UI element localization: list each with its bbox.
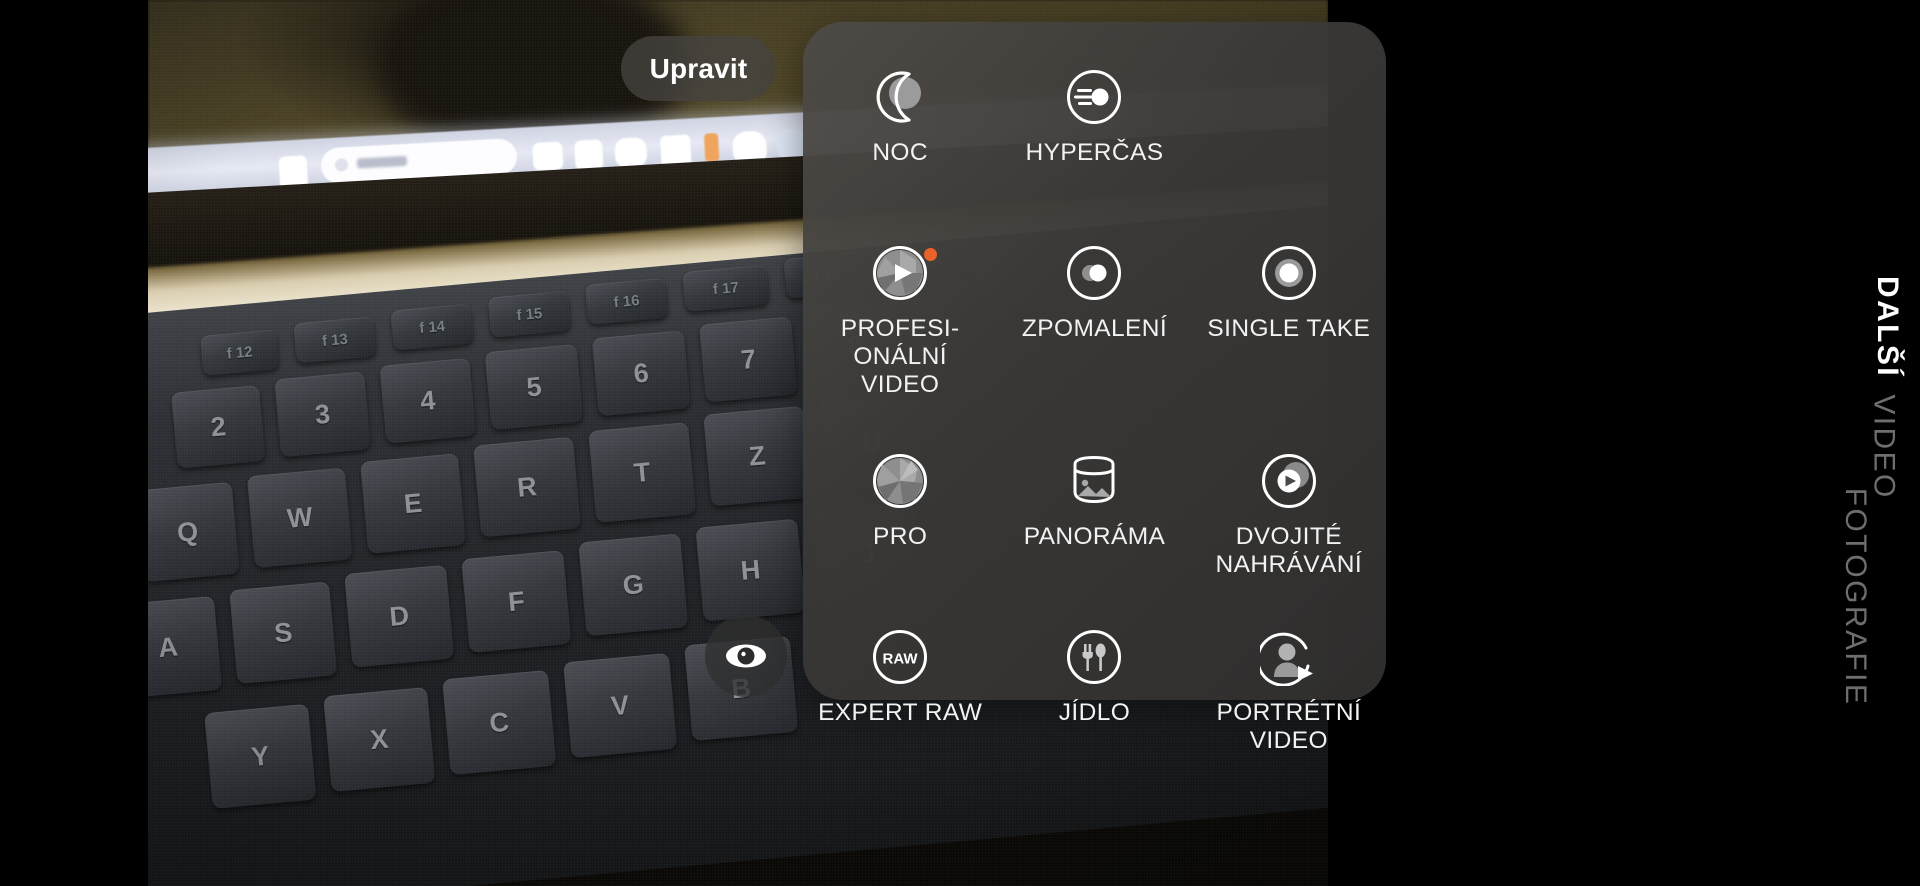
mode-tab-photo[interactable]: FOTOGRAFIE	[1838, 488, 1872, 706]
mode-tab-video[interactable]: VIDEO	[1866, 394, 1900, 499]
panorama-icon	[1065, 452, 1123, 510]
mode-item-hyperlapse[interactable]: HYPERČAS	[997, 50, 1191, 220]
mode-item-portrait-video[interactable]: PORTRÉTNÍ VIDEO	[1192, 610, 1386, 780]
mode-label: NOC	[872, 139, 928, 166]
edit-button-label: Upravit	[649, 52, 748, 84]
mode-label: PROFESI- ONÁLNÍ VIDEO	[840, 315, 960, 398]
mode-label: PRO	[873, 523, 928, 550]
mode-label: SINGLE TAKE	[1207, 315, 1371, 342]
mode-label: PORTRÉTNÍ VIDEO	[1216, 699, 1362, 754]
more-modes-panel: NOC HYPERČAS PROFESI- ONÁLNÍ VIDEO ZPOMA…	[803, 22, 1386, 754]
mode-item-food[interactable]: JÍDLO	[997, 610, 1191, 780]
new-badge	[924, 248, 938, 261]
camera-screen: f 12 f 13 f 14 f 15 f 16 f 17 f 18 f 19 …	[0, 0, 1920, 886]
mode-item-pro[interactable]: PRO	[803, 434, 997, 604]
mode-item-empty	[1192, 50, 1386, 220]
left-letterbox	[0, 0, 148, 886]
mode-label: JÍDLO	[1058, 699, 1131, 726]
raw-icon-text: RAW	[883, 651, 919, 668]
aperture-play-icon	[871, 244, 938, 302]
mode-label: HYPERČAS	[1025, 139, 1164, 166]
eye-icon	[726, 644, 766, 668]
mode-item-panorama[interactable]: PANORÁMA	[997, 434, 1191, 604]
mode-label: EXPERT RAW	[818, 699, 983, 726]
mode-item-night[interactable]: NOC	[803, 50, 997, 220]
slow-motion-icon	[1065, 244, 1123, 302]
raw-icon: RAW	[871, 628, 929, 686]
mode-tab-strip: DALŠÍ VIDEO FOTOGRAFIE	[1820, 0, 1920, 886]
hyperlapse-icon	[1065, 68, 1123, 126]
mode-tab-more[interactable]: DALŠÍ	[1870, 276, 1904, 378]
edit-button[interactable]: Upravit	[621, 36, 776, 101]
cutlery-icon	[1065, 628, 1123, 686]
mode-label: PANORÁMA	[1023, 523, 1166, 550]
single-take-icon	[1260, 244, 1318, 302]
mode-item-dual-recording[interactable]: DVOJITÉ NAHRÁVÁNÍ	[1192, 434, 1386, 604]
preview-toggle-button[interactable]	[705, 615, 787, 697]
mode-item-slow-motion[interactable]: ZPOMALENÍ	[997, 226, 1191, 428]
mode-item-single-take[interactable]: SINGLE TAKE	[1192, 226, 1386, 428]
mode-item-pro-video[interactable]: PROFESI- ONÁLNÍ VIDEO	[803, 226, 997, 428]
aperture-icon	[871, 452, 929, 510]
mode-label: DVOJITÉ NAHRÁVÁNÍ	[1215, 523, 1363, 578]
mode-item-expert-raw[interactable]: RAW EXPERT RAW	[803, 610, 997, 780]
mode-label: ZPOMALENÍ	[1021, 315, 1168, 342]
portrait-video-icon	[1256, 628, 1318, 687]
moon-icon	[871, 68, 929, 126]
modes-grid: NOC HYPERČAS PROFESI- ONÁLNÍ VIDEO ZPOMA…	[803, 50, 1386, 780]
dual-record-icon	[1260, 452, 1318, 510]
